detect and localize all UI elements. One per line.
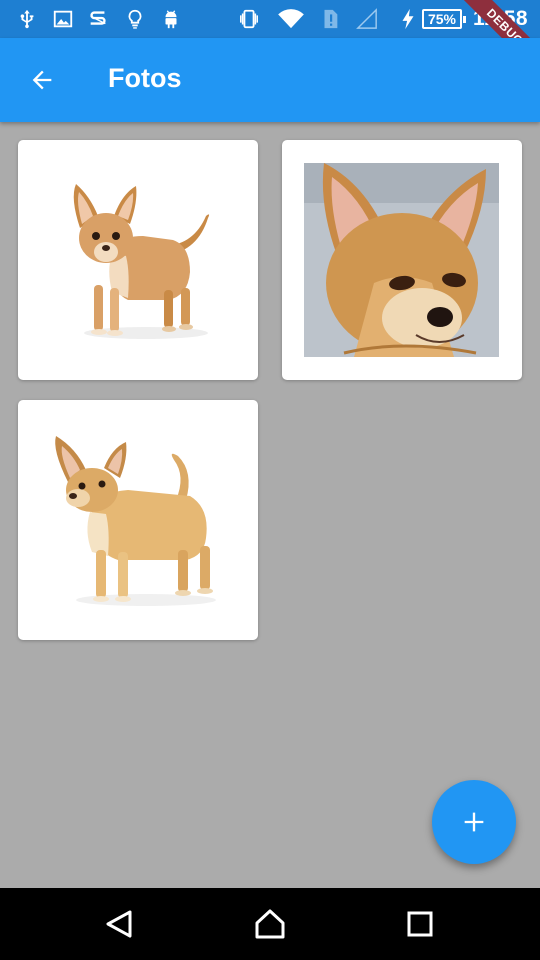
android-icon bbox=[160, 8, 182, 30]
page-title: Fotos bbox=[108, 63, 182, 93]
chihuahua-photo bbox=[55, 436, 216, 606]
photo-card[interactable] bbox=[282, 140, 522, 380]
add-photo-button[interactable] bbox=[432, 780, 516, 864]
nav-home-button[interactable] bbox=[240, 898, 300, 950]
nav-recent-button[interactable] bbox=[390, 898, 450, 950]
nav-recent-icon bbox=[407, 911, 433, 937]
chihuahua-face-photo bbox=[304, 163, 499, 357]
chihuahua-photo bbox=[73, 184, 210, 339]
nav-back-button[interactable] bbox=[90, 898, 150, 950]
status-bar: 75% 11:58 DEBUG bbox=[0, 0, 540, 38]
app-bar: Fotos bbox=[0, 38, 540, 122]
nav-home-icon bbox=[255, 909, 285, 939]
s-app-icon bbox=[87, 8, 109, 30]
lightbulb-icon bbox=[124, 8, 146, 30]
image-icon bbox=[52, 8, 74, 30]
nav-back-icon bbox=[106, 910, 132, 938]
usb-icon bbox=[16, 8, 38, 30]
photo-card[interactable] bbox=[18, 400, 258, 640]
vibrate-icon bbox=[238, 8, 260, 30]
cell-signal-icon bbox=[356, 8, 378, 30]
plus-icon bbox=[464, 812, 484, 832]
charging-icon bbox=[400, 8, 416, 30]
battery-icon: 75% bbox=[422, 9, 466, 29]
navigation-bar bbox=[0, 888, 540, 960]
photo-card[interactable] bbox=[18, 140, 258, 380]
wifi-icon bbox=[276, 8, 306, 30]
back-button[interactable] bbox=[14, 52, 70, 108]
sim-alert-icon bbox=[319, 8, 341, 30]
arrow-back-icon bbox=[32, 70, 52, 90]
battery-level: 75% bbox=[427, 11, 457, 27]
